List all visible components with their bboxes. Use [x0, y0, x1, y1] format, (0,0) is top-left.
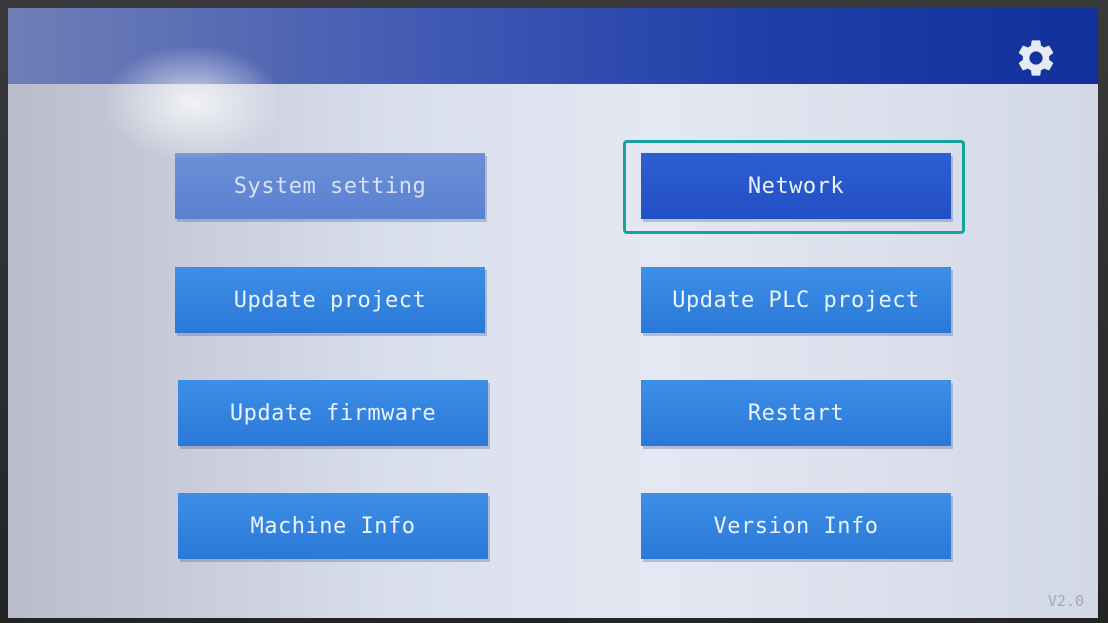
network-button[interactable]: Network: [641, 153, 951, 219]
version-label: V2.0: [1047, 592, 1084, 610]
device-bezel: System setting Network Update project Up…: [0, 0, 1108, 623]
gear-icon[interactable]: [1014, 36, 1058, 80]
restart-button[interactable]: Restart: [641, 380, 951, 446]
hmi-screen: System setting Network Update project Up…: [8, 8, 1098, 618]
machine-info-button[interactable]: Machine Info: [178, 493, 488, 559]
system-setting-button[interactable]: System setting: [175, 153, 485, 219]
update-plc-project-button[interactable]: Update PLC project: [641, 267, 951, 333]
version-info-button[interactable]: Version Info: [641, 493, 951, 559]
update-project-button[interactable]: Update project: [175, 267, 485, 333]
update-firmware-button[interactable]: Update firmware: [178, 380, 488, 446]
header-bar: [8, 8, 1098, 84]
